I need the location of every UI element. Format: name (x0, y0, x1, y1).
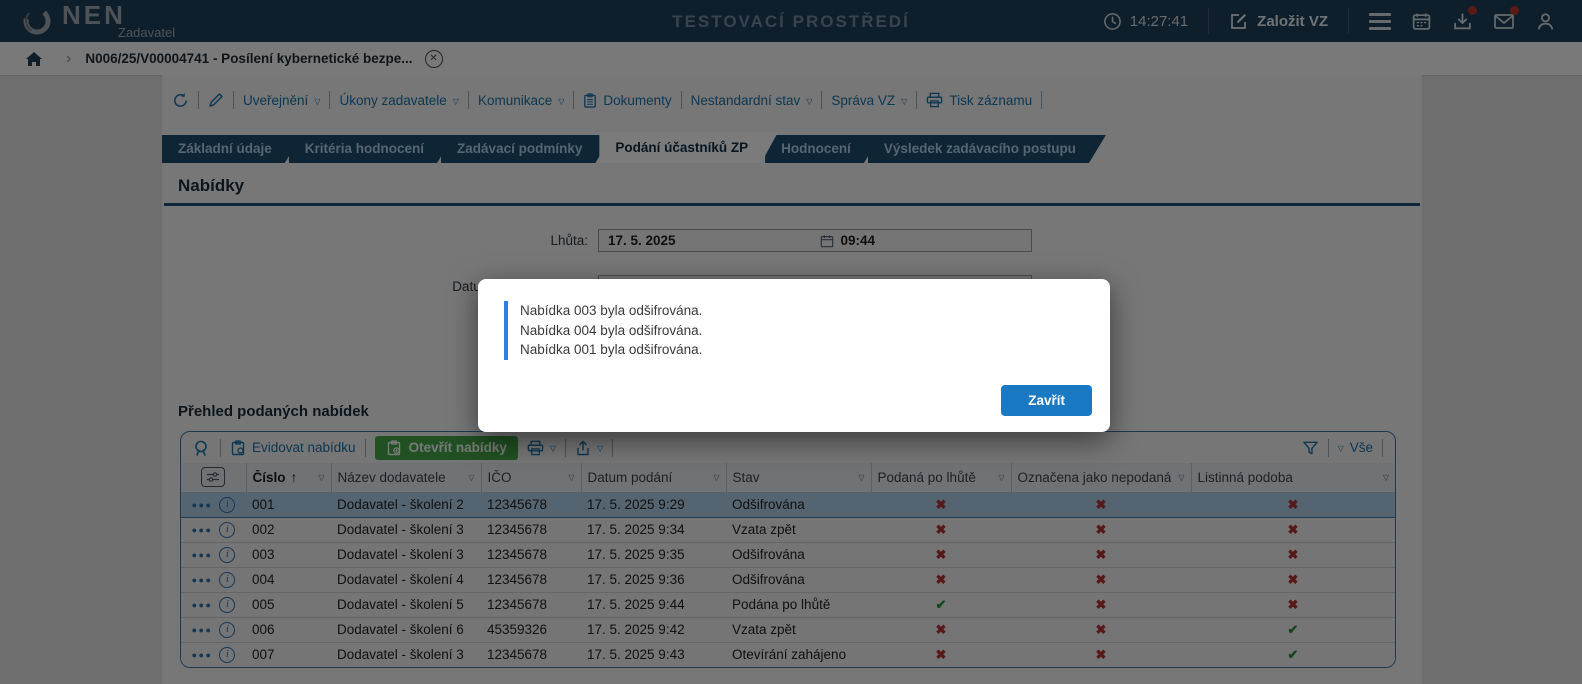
dialog-message: Nabídka 003 byla odšifrována. (520, 303, 703, 318)
decrypt-result-dialog: Nabídka 003 byla odšifrována. Nabídka 004… (478, 279, 1110, 432)
dialog-message: Nabídka 001 byla odšifrována. (520, 342, 703, 357)
dialog-close-button[interactable]: Zavřít (1001, 385, 1092, 416)
dialog-message: Nabídka 004 byla odšifrována. (520, 322, 703, 338)
dialog-message-list: Nabídka 003 byla odšifrována. Nabídka 004… (504, 301, 702, 360)
